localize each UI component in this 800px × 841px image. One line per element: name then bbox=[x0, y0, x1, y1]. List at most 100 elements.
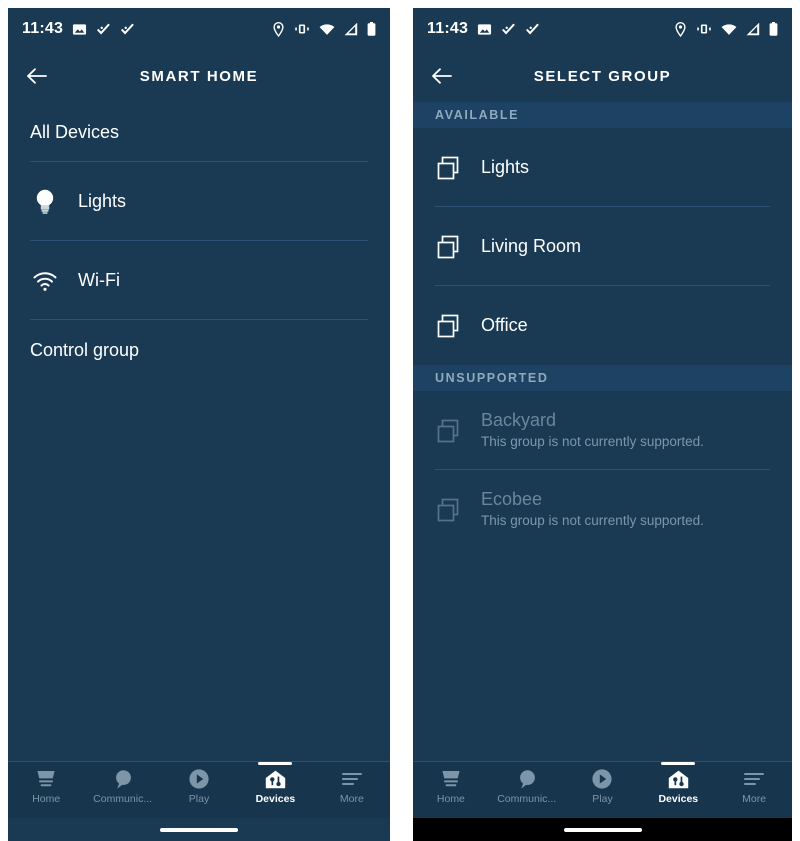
group-item-backyard: Backyard This group is not currently sup… bbox=[413, 391, 792, 470]
nav-items-row: Home Communic... Play Devices More bbox=[8, 762, 390, 818]
nav-item-label: Home bbox=[32, 793, 61, 805]
section-header-label: UNSUPPORTED bbox=[435, 371, 549, 385]
group-item-lights[interactable]: Lights bbox=[413, 128, 792, 207]
status-bar-left: 11:43 bbox=[8, 8, 390, 50]
chat-bubble-icon bbox=[112, 768, 134, 790]
active-tab-indicator bbox=[258, 762, 293, 765]
nav-item-play[interactable]: Play bbox=[161, 762, 237, 805]
right-phone-screen: 11:43 SELECT GROUP AVAILABLE Lights Livi… bbox=[413, 8, 792, 841]
nav-item-label: More bbox=[339, 793, 364, 805]
list-item-label: Wi-Fi bbox=[78, 270, 120, 290]
nav-item-devices[interactable]: Devices bbox=[237, 762, 313, 805]
group-item-text: Lights bbox=[481, 156, 529, 179]
section-header-label: AVAILABLE bbox=[435, 108, 520, 122]
group-item-text: Living Room bbox=[481, 235, 581, 258]
nav-item-play[interactable]: Play bbox=[565, 762, 641, 805]
list-item-label: Control group bbox=[30, 339, 140, 360]
location-pin-icon bbox=[273, 21, 284, 37]
hamburger-menu-icon bbox=[340, 768, 364, 790]
group-item-label: Backyard bbox=[481, 410, 557, 431]
nav-item-devices[interactable]: Devices bbox=[640, 762, 716, 805]
home-icon bbox=[439, 768, 463, 790]
status-bar-right-group bbox=[674, 21, 778, 37]
cellular-signal-icon bbox=[344, 22, 358, 35]
nav-item-home[interactable]: Home bbox=[8, 762, 84, 805]
nav-item-label: Devices bbox=[658, 793, 699, 805]
wifi-icon bbox=[319, 23, 335, 35]
group-squares-icon bbox=[435, 497, 461, 523]
list-item-wifi[interactable]: Wi-Fi bbox=[8, 241, 390, 320]
group-item-label: Lights bbox=[481, 157, 530, 178]
left-title-bar: SMART HOME bbox=[8, 50, 390, 102]
group-item-office[interactable]: Office bbox=[413, 286, 792, 365]
home-gesture-bar-area bbox=[8, 818, 390, 841]
smart-home-list: All Devices Lights Wi-Fi Control group bbox=[8, 102, 390, 380]
location-pin-icon bbox=[675, 21, 686, 37]
group-item-ecobee: Ecobee This group is not currently suppo… bbox=[413, 470, 792, 549]
nav-item-more[interactable]: More bbox=[314, 762, 390, 805]
hamburger-menu-icon bbox=[742, 768, 766, 790]
back-button[interactable] bbox=[427, 61, 457, 91]
group-item-label: Living Room bbox=[481, 236, 582, 257]
group-item-label: Ecobee bbox=[481, 489, 543, 510]
nav-item-communicate[interactable]: Communic... bbox=[84, 762, 160, 805]
back-arrow-icon bbox=[27, 68, 47, 84]
back-button[interactable] bbox=[22, 61, 52, 91]
status-bar-clock: 11:43 bbox=[427, 20, 469, 37]
group-item-text: Office bbox=[481, 314, 528, 337]
check-activity-icon bbox=[526, 23, 539, 35]
section-header-unsupported: UNSUPPORTED bbox=[413, 365, 792, 391]
devices-house-icon bbox=[667, 768, 690, 790]
right-title-bar: SELECT GROUP bbox=[413, 50, 792, 102]
battery-icon bbox=[367, 21, 376, 36]
nav-item-label: Home bbox=[436, 793, 465, 805]
nav-items-row: Home Communic... Play Devices More bbox=[413, 762, 792, 818]
nav-item-label: Play bbox=[592, 793, 613, 805]
nav-item-more[interactable]: More bbox=[716, 762, 792, 805]
check-activity-icon bbox=[121, 23, 134, 35]
nav-item-communicate[interactable]: Communic... bbox=[489, 762, 565, 805]
page-title: SMART HOME bbox=[139, 67, 259, 85]
list-item-lights[interactable]: Lights bbox=[8, 162, 390, 241]
nav-item-label: Communic... bbox=[497, 793, 557, 805]
screenshot-canvas: 11:43 SMART HOME All Devices Lights Wi-F… bbox=[0, 0, 800, 841]
lightbulb-icon bbox=[30, 188, 60, 216]
nav-item-label: Play bbox=[188, 793, 210, 805]
group-item-text: Ecobee This group is not currently suppo… bbox=[481, 488, 704, 531]
status-bar-clock: 11:43 bbox=[22, 20, 64, 37]
check-activity-icon bbox=[97, 23, 110, 35]
status-bar-right-group bbox=[272, 21, 376, 37]
status-bar-left-group: 11:43 bbox=[22, 20, 135, 38]
vibrate-icon bbox=[295, 24, 309, 34]
bottom-nav-right: Home Communic... Play Devices More bbox=[413, 761, 792, 841]
nav-item-home[interactable]: Home bbox=[413, 762, 489, 805]
devices-house-icon bbox=[264, 768, 287, 790]
cellular-signal-icon bbox=[746, 22, 760, 35]
play-circle-icon bbox=[591, 768, 613, 790]
group-squares-icon bbox=[435, 418, 461, 444]
group-item-subtitle: This group is not currently supported. bbox=[481, 433, 704, 449]
group-item-label: Office bbox=[481, 315, 528, 336]
group-squares-icon bbox=[435, 313, 461, 339]
battery-icon bbox=[769, 21, 778, 36]
group-item-subtitle: This group is not currently supported. bbox=[481, 512, 704, 528]
nav-item-label: Communic... bbox=[93, 793, 153, 805]
active-tab-indicator bbox=[661, 762, 696, 765]
group-item-text: Backyard This group is not currently sup… bbox=[481, 409, 704, 452]
group-squares-icon bbox=[435, 234, 461, 260]
home-gesture-bar[interactable] bbox=[563, 827, 642, 832]
back-arrow-icon bbox=[432, 68, 452, 84]
left-phone-screen: 11:43 SMART HOME All Devices Lights Wi-F… bbox=[8, 8, 390, 841]
page-title: SELECT GROUP bbox=[533, 67, 672, 85]
nav-item-label: More bbox=[742, 793, 767, 805]
group-item-living-room[interactable]: Living Room bbox=[413, 207, 792, 286]
home-gesture-bar[interactable] bbox=[160, 827, 238, 832]
section-header-available: AVAILABLE bbox=[413, 102, 792, 128]
list-item-control-group[interactable]: Control group bbox=[8, 320, 390, 380]
vibrate-icon bbox=[697, 24, 711, 34]
image-icon bbox=[477, 23, 492, 35]
chat-bubble-icon bbox=[516, 768, 538, 790]
list-item-all-devices[interactable]: All Devices bbox=[8, 102, 390, 162]
group-squares-icon bbox=[435, 155, 461, 181]
list-item-label: Lights bbox=[78, 191, 127, 211]
